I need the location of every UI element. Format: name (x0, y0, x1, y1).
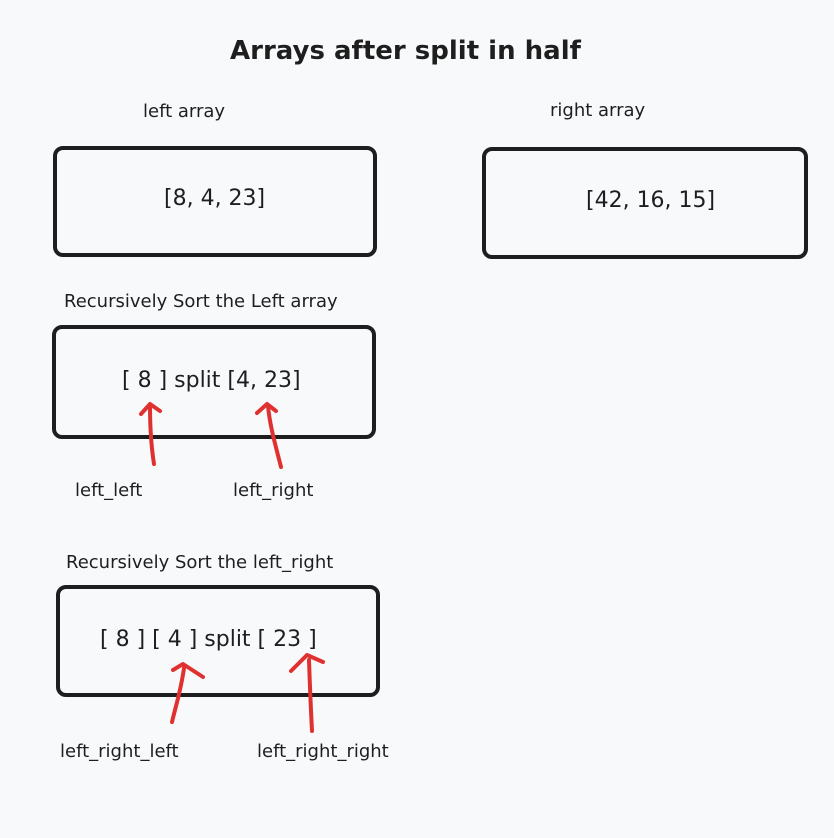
arrow-left-right (266, 404, 283, 469)
arrow-left-left (148, 404, 156, 466)
arrow-left-right-left (170, 666, 186, 724)
arrow-left-right-left-head (171, 662, 205, 679)
arrow-left-right-right-head (289, 653, 325, 673)
arrow-left-right-right (307, 658, 314, 733)
pointer-arrows (139, 402, 325, 733)
